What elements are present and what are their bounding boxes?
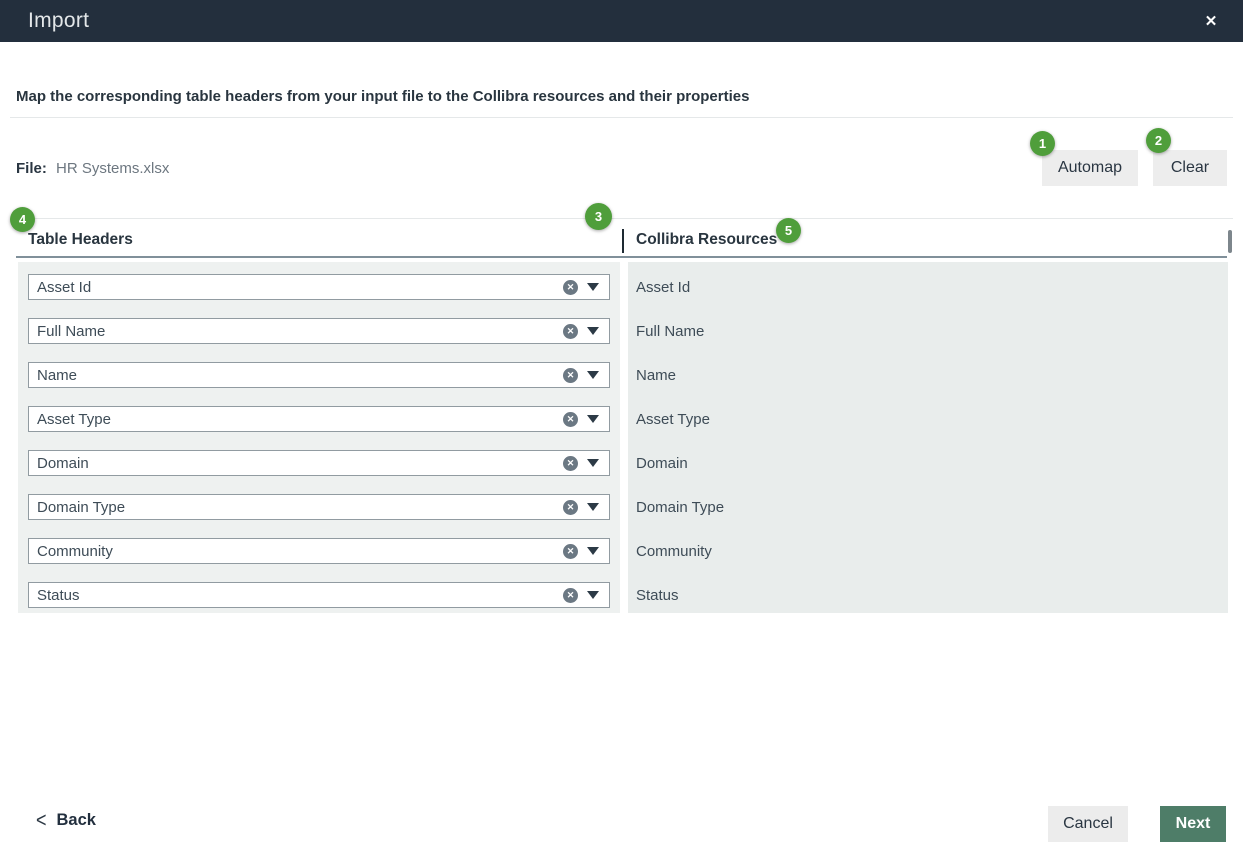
header-mapping-dropdown-2[interactable]: Name ✕ xyxy=(28,362,610,388)
column-divider xyxy=(622,229,624,253)
header-mapping-dropdown-1[interactable]: Full Name ✕ xyxy=(28,318,610,344)
table-headers-panel: Asset Id ✕ Full Name ✕ Name ✕ Asset Type… xyxy=(18,262,620,613)
clear-selection-icon[interactable]: ✕ xyxy=(563,500,578,515)
dropdown-value: Asset Type xyxy=(37,411,563,428)
collibra-resources-heading: Collibra Resources xyxy=(636,231,777,249)
dropdown-caret-icon[interactable] xyxy=(587,283,599,291)
dropdown-value: Name xyxy=(37,367,563,384)
resource-label: Community xyxy=(636,538,1228,564)
dropdown-caret-icon[interactable] xyxy=(587,371,599,379)
clear-selection-icon[interactable]: ✕ xyxy=(563,280,578,295)
dropdown-value: Community xyxy=(37,543,563,560)
dialog-title: Import xyxy=(28,9,89,33)
dialog-titlebar: Import ✕ xyxy=(0,0,1243,42)
resource-label: Asset Id xyxy=(636,274,1228,300)
import-dialog: Import ✕ Map the corresponding table hea… xyxy=(0,0,1243,858)
annotation-badge-1: 1 xyxy=(1030,131,1055,156)
table-headers-heading: Table Headers xyxy=(28,231,133,249)
resource-label: Name xyxy=(636,362,1228,388)
dropdown-value: Status xyxy=(37,587,563,604)
clear-selection-icon[interactable]: ✕ xyxy=(563,324,578,339)
dropdown-caret-icon[interactable] xyxy=(587,547,599,555)
cancel-button[interactable]: Cancel xyxy=(1048,806,1128,842)
clear-selection-icon[interactable]: ✕ xyxy=(563,588,578,603)
clear-selection-icon[interactable]: ✕ xyxy=(563,456,578,471)
file-label: File: xyxy=(16,160,47,177)
chevron-left-icon: < xyxy=(36,808,47,833)
automap-button[interactable]: Automap xyxy=(1042,150,1138,186)
annotation-badge-5: 5 xyxy=(776,218,801,243)
header-mapping-dropdown-4[interactable]: Domain ✕ xyxy=(28,450,610,476)
collibra-resources-panel: Asset Id Full Name Name Asset Type Domai… xyxy=(628,262,1228,613)
column-resize-handle[interactable] xyxy=(1228,230,1232,253)
file-name: HR Systems.xlsx xyxy=(56,160,169,177)
resource-label: Full Name xyxy=(636,318,1228,344)
header-mapping-dropdown-7[interactable]: Status ✕ xyxy=(28,582,610,608)
back-button[interactable]: < Back xyxy=(36,810,96,831)
close-icon[interactable]: ✕ xyxy=(1197,0,1225,42)
back-label: Back xyxy=(57,811,96,830)
dropdown-caret-icon[interactable] xyxy=(587,327,599,335)
dropdown-value: Full Name xyxy=(37,323,563,340)
clear-button[interactable]: Clear xyxy=(1153,150,1227,186)
dropdown-value: Domain Type xyxy=(37,499,563,516)
next-button[interactable]: Next xyxy=(1160,806,1226,842)
heading-underline xyxy=(16,256,1227,258)
resource-label: Asset Type xyxy=(636,406,1228,432)
annotation-badge-3: 3 xyxy=(585,203,612,230)
dropdown-value: Asset Id xyxy=(37,279,563,296)
divider xyxy=(10,218,1233,219)
clear-selection-icon[interactable]: ✕ xyxy=(563,544,578,559)
annotation-badge-4: 4 xyxy=(10,207,35,232)
resource-label: Domain xyxy=(636,450,1228,476)
dropdown-caret-icon[interactable] xyxy=(587,459,599,467)
resource-label: Status xyxy=(636,582,1228,608)
dropdown-caret-icon[interactable] xyxy=(587,415,599,423)
resource-label: Domain Type xyxy=(636,494,1228,520)
header-mapping-dropdown-6[interactable]: Community ✕ xyxy=(28,538,610,564)
dropdown-value: Domain xyxy=(37,455,563,472)
header-mapping-dropdown-3[interactable]: Asset Type ✕ xyxy=(28,406,610,432)
clear-selection-icon[interactable]: ✕ xyxy=(563,368,578,383)
divider xyxy=(10,117,1233,118)
file-row: File: HR Systems.xlsx xyxy=(16,160,169,177)
clear-selection-icon[interactable]: ✕ xyxy=(563,412,578,427)
header-mapping-dropdown-5[interactable]: Domain Type ✕ xyxy=(28,494,610,520)
dropdown-caret-icon[interactable] xyxy=(587,591,599,599)
dropdown-caret-icon[interactable] xyxy=(587,503,599,511)
instruction-text: Map the corresponding table headers from… xyxy=(16,88,749,105)
header-mapping-dropdown-0[interactable]: Asset Id ✕ xyxy=(28,274,610,300)
annotation-badge-2: 2 xyxy=(1146,128,1171,153)
